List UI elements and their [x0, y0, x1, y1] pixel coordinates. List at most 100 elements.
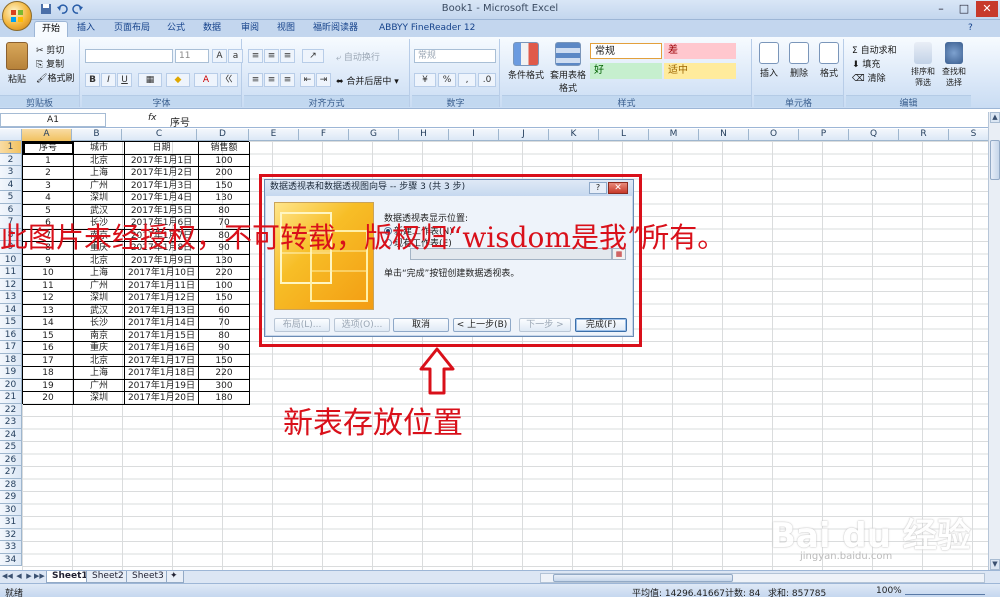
tab-abbyy[interactable]: ABBYY FineReader 12 [372, 21, 482, 37]
format-painter-button[interactable]: 🖌格式刷 [36, 71, 74, 84]
tab-view[interactable]: 视图 [270, 21, 302, 37]
copy-button[interactable]: ⎘ 复制 [36, 57, 64, 70]
table-cell[interactable]: 220 [199, 367, 250, 380]
row-header[interactable]: 15 [0, 316, 22, 329]
table-cell[interactable]: 80 [199, 329, 250, 342]
table-cell[interactable]: 15 [23, 329, 74, 342]
delete-cells-button[interactable]: 删除 [784, 42, 814, 79]
row-header[interactable]: 34 [0, 553, 22, 566]
column-header[interactable]: B [72, 129, 122, 141]
tab-review[interactable]: 审阅 [234, 21, 266, 37]
redo-icon[interactable] [72, 3, 85, 15]
row-header[interactable]: 19 [0, 366, 22, 379]
column-header[interactable]: M [649, 129, 699, 141]
row-header[interactable]: 16 [0, 328, 22, 341]
align-middle-icon[interactable]: ≡ [264, 49, 279, 63]
column-header[interactable]: E [249, 129, 299, 141]
table-cell[interactable]: 4 [23, 192, 74, 205]
sort-filter-button[interactable]: 排序和筛选 [908, 42, 938, 88]
close-button[interactable]: ✕ [976, 1, 998, 17]
table-cell[interactable]: 180 [199, 392, 250, 405]
table-cell[interactable]: 60 [199, 304, 250, 317]
paste-button[interactable]: 粘贴 [2, 42, 32, 85]
table-cell[interactable]: 深圳 [74, 392, 125, 405]
table-cell[interactable]: 2 [23, 167, 74, 180]
table-cell[interactable]: 北京 [74, 354, 125, 367]
row-header[interactable]: 18 [0, 353, 22, 366]
cut-button[interactable]: ✂ 剪切 [36, 43, 64, 56]
zoom-slider[interactable] [905, 587, 985, 595]
row-header[interactable]: 30 [0, 503, 22, 516]
table-cell[interactable]: 2017年1月19日 [125, 379, 199, 392]
row-header[interactable]: 12 [0, 278, 22, 291]
table-cell[interactable]: 2017年1月20日 [125, 392, 199, 405]
table-cell[interactable]: 武汉 [74, 304, 125, 317]
column-header[interactable]: G [349, 129, 399, 141]
table-cell[interactable]: 2017年1月14日 [125, 317, 199, 330]
grow-font-button[interactable]: A [212, 49, 227, 63]
italic-button[interactable]: I [101, 73, 116, 87]
column-header[interactable]: R [899, 129, 949, 141]
insert-cells-button[interactable]: 插入 [754, 42, 784, 79]
find-select-button[interactable]: 查找和选择 [939, 42, 969, 88]
table-cell[interactable]: 220 [199, 267, 250, 280]
row-header[interactable]: 24 [0, 428, 22, 441]
table-cell[interactable]: 上海 [74, 367, 125, 380]
table-cell[interactable]: 2017年1月17日 [125, 354, 199, 367]
row-header[interactable]: 21 [0, 391, 22, 404]
table-cell[interactable]: 北京 [74, 254, 125, 267]
table-cell[interactable]: 9 [23, 254, 74, 267]
vertical-scrollbar[interactable]: ▲ ▼ [988, 112, 1000, 570]
tab-page-layout[interactable]: 页面布局 [107, 21, 157, 37]
table-cell[interactable]: 18 [23, 367, 74, 380]
table-cell[interactable]: 长沙 [74, 317, 125, 330]
row-header[interactable]: 27 [0, 466, 22, 479]
row-header[interactable]: 2 [0, 153, 22, 166]
horizontal-scrollbar[interactable] [540, 573, 985, 583]
office-button[interactable] [2, 1, 32, 31]
scroll-up-icon[interactable]: ▲ [990, 112, 1000, 123]
table-cell[interactable]: 2017年1月18日 [125, 367, 199, 380]
table-cell[interactable]: 北京 [74, 154, 125, 167]
dialog-close-button[interactable]: ✕ [608, 182, 628, 194]
table-cell[interactable]: 70 [199, 317, 250, 330]
cancel-button[interactable]: 取消 [393, 318, 449, 332]
sheet-tab-2[interactable]: Sheet2 [86, 571, 130, 583]
zoom-level[interactable]: 100% [876, 586, 902, 596]
table-cell[interactable]: 上海 [74, 267, 125, 280]
table-cell[interactable]: 300 [199, 379, 250, 392]
wrap-text-button[interactable]: ⤶ 自动换行 [336, 50, 380, 63]
table-cell[interactable]: 13 [23, 304, 74, 317]
font-name-combo[interactable] [85, 49, 173, 63]
table-cell[interactable]: 150 [199, 292, 250, 305]
row-header[interactable]: 22 [0, 403, 22, 416]
tab-foxit[interactable]: 福昕阅读器 [306, 21, 365, 37]
row-header[interactable]: 6 [0, 203, 22, 216]
dialog-help-button[interactable]: ? [589, 182, 607, 194]
row-header[interactable]: 1 [0, 141, 22, 154]
options-button[interactable]: 选项(O)... [334, 318, 390, 332]
table-cell[interactable]: 130 [199, 192, 250, 205]
bold-button[interactable]: B [85, 73, 100, 87]
column-header[interactable]: D [197, 129, 249, 141]
maximize-button[interactable]: □ [953, 1, 975, 17]
currency-button[interactable]: ¥ [414, 73, 436, 87]
clear-button[interactable]: ⌫ 清除 [852, 71, 886, 84]
align-center-icon[interactable]: ≡ [264, 73, 279, 87]
table-cell[interactable]: 100 [199, 279, 250, 292]
save-icon[interactable] [40, 3, 53, 15]
row-header[interactable]: 25 [0, 441, 22, 454]
row-header[interactable]: 5 [0, 191, 22, 204]
tab-insert[interactable]: 插入 [70, 21, 102, 37]
column-header[interactable]: J [499, 129, 549, 141]
sheet-tab-3[interactable]: Sheet3 [126, 571, 170, 583]
row-header[interactable]: 29 [0, 491, 22, 504]
last-sheet-icon[interactable]: ▶▶ [34, 572, 45, 583]
tab-data[interactable]: 数据 [196, 21, 228, 37]
table-cell[interactable]: 3 [23, 179, 74, 192]
table-cell[interactable]: 130 [199, 254, 250, 267]
table-cell[interactable]: 2017年1月4日 [125, 192, 199, 205]
column-header[interactable]: I [449, 129, 499, 141]
row-header[interactable]: 33 [0, 541, 22, 554]
align-bottom-icon[interactable]: ≡ [280, 49, 295, 63]
